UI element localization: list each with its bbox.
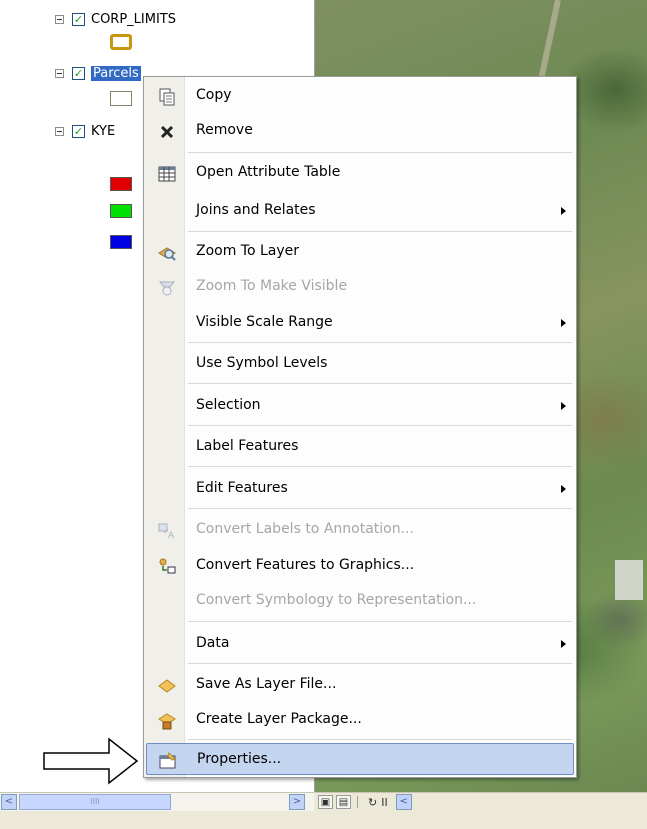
toc-horizontal-scrollbar[interactable]: < IIII > [0, 792, 314, 811]
menu-separator [188, 466, 572, 467]
menu-item-use-symbol-levels[interactable]: Use Symbol Levels [146, 348, 574, 380]
layer-visibility-checkbox[interactable]: ✓ [72, 124, 85, 138]
properties-icon [159, 752, 176, 769]
menu-item-selection[interactable]: Selection [146, 390, 574, 422]
menu-item-label: Open Attribute Table [196, 164, 341, 180]
zoom-visible-icon [158, 281, 176, 296]
convert-labels-icon: A [158, 523, 175, 540]
menu-item-label: Convert Symbology to Representation... [196, 592, 477, 608]
zoom-to-layer-icon [158, 247, 176, 261]
submenu-arrow-icon [561, 485, 566, 493]
layer-row-parcels[interactable]: ✓ Parcels [55, 62, 141, 84]
menu-item-label: Save As Layer File... [196, 676, 337, 692]
legend-swatch-blue[interactable] [110, 235, 132, 249]
collapse-icon[interactable] [55, 68, 64, 78]
menu-separator [188, 425, 572, 426]
menu-separator [188, 383, 572, 384]
menu-item-label: Edit Features [196, 480, 288, 496]
menu-item-open-attribute-table[interactable]: Open Attribute Table [146, 157, 574, 189]
layer-name[interactable]: CORP_LIMITS [91, 12, 176, 27]
map-view-toolbar: ▣ ▤ ↻ II < [315, 792, 647, 811]
legend-swatch-red[interactable] [110, 177, 132, 191]
menu-item-label: Convert Features to Graphics... [196, 557, 415, 573]
layer-row-corp-limits[interactable]: ✓ CORP_LIMITS [55, 8, 176, 30]
scroll-left-button[interactable]: < [1, 794, 17, 810]
menu-item-label: Properties... [197, 751, 282, 767]
menu-item-label: Selection [196, 397, 261, 413]
remove-x-icon [160, 125, 174, 139]
map-scroll-left-button[interactable]: < [395, 794, 412, 810]
annotation-arrow-icon [43, 737, 139, 785]
menu-separator [188, 231, 572, 232]
collapse-icon[interactable] [55, 14, 64, 24]
attribute-table-icon [158, 166, 176, 182]
layer-name-selected[interactable]: Parcels [91, 65, 141, 81]
menu-item-convert-features-to-graphics[interactable]: Convert Features to Graphics... [146, 550, 574, 582]
menu-separator [188, 342, 572, 343]
layer-file-icon [158, 679, 176, 693]
menu-item-data[interactable]: Data [146, 628, 574, 660]
data-view-icon[interactable]: ▣ [318, 795, 333, 809]
menu-item-remove[interactable]: Remove [146, 115, 574, 147]
menu-item-label: Zoom To Layer [196, 243, 300, 259]
toolbar-separator [357, 796, 358, 808]
legend-swatch-green[interactable] [110, 204, 132, 218]
scroll-right-button[interactable]: > [289, 794, 305, 810]
menu-item-label: Use Symbol Levels [196, 355, 328, 371]
menu-item-visible-scale-range[interactable]: Visible Scale Range [146, 307, 574, 339]
collapse-icon[interactable] [55, 126, 64, 136]
copy-icon [159, 88, 175, 106]
submenu-arrow-icon [561, 402, 566, 410]
submenu-arrow-icon [561, 319, 566, 327]
layer-name[interactable]: KYE [91, 124, 115, 139]
menu-item-label: Create Layer Package... [196, 711, 362, 727]
menu-item-label-features[interactable]: Label Features [146, 431, 574, 463]
layer-context-menu: Copy Remove Open Attribute Table Joins a… [143, 76, 577, 778]
parcels-symbol[interactable] [110, 91, 132, 106]
layer-visibility-checkbox[interactable]: ✓ [72, 12, 85, 26]
menu-separator [188, 663, 572, 664]
submenu-arrow-icon [561, 207, 566, 215]
menu-item-convert-labels-to-annotation[interactable]: A Convert Labels to Annotation... [146, 514, 574, 546]
menu-separator [188, 152, 572, 153]
layer-package-icon [158, 713, 176, 730]
menu-item-edit-features[interactable]: Edit Features [146, 473, 574, 505]
menu-item-save-as-layer-file[interactable]: Save As Layer File... [146, 669, 574, 701]
layout-view-icon[interactable]: ▤ [336, 795, 351, 809]
menu-item-label: Convert Labels to Annotation... [196, 521, 414, 537]
menu-item-zoom-to-layer[interactable]: Zoom To Layer [146, 236, 574, 268]
menu-item-label: Zoom To Make Visible [196, 278, 348, 294]
menu-item-copy[interactable]: Copy [146, 80, 574, 112]
map-building [615, 560, 643, 600]
scroll-thumb[interactable]: IIII [19, 794, 171, 810]
menu-item-label: Data [196, 635, 230, 651]
layer-row-kye[interactable]: ✓ KYE [55, 120, 115, 142]
menu-separator [188, 508, 572, 509]
corp-limits-symbol[interactable] [110, 34, 132, 50]
menu-item-joins-and-relates[interactable]: Joins and Relates [146, 195, 574, 227]
menu-item-label: Remove [196, 122, 253, 138]
refresh-icon[interactable]: ↻ [368, 796, 377, 809]
menu-item-label: Joins and Relates [196, 202, 316, 218]
menu-separator [188, 621, 572, 622]
menu-item-zoom-to-make-visible[interactable]: Zoom To Make Visible [146, 271, 574, 303]
menu-item-label: Visible Scale Range [196, 314, 333, 330]
layer-visibility-checkbox[interactable]: ✓ [72, 66, 85, 80]
menu-item-properties[interactable]: Properties... [146, 743, 574, 775]
menu-item-convert-symbology-to-representation[interactable]: Convert Symbology to Representation... [146, 585, 574, 617]
convert-graphics-icon [159, 558, 176, 574]
bottom-bar: < IIII > ▣ ▤ ↻ II < [0, 792, 647, 829]
menu-item-label: Copy [196, 87, 232, 103]
pause-drawing-icon[interactable]: II [381, 796, 388, 809]
menu-item-label: Label Features [196, 438, 299, 454]
submenu-arrow-icon [561, 640, 566, 648]
menu-item-create-layer-package[interactable]: Create Layer Package... [146, 704, 574, 736]
svg-text:A: A [168, 531, 175, 540]
menu-separator [188, 739, 572, 740]
